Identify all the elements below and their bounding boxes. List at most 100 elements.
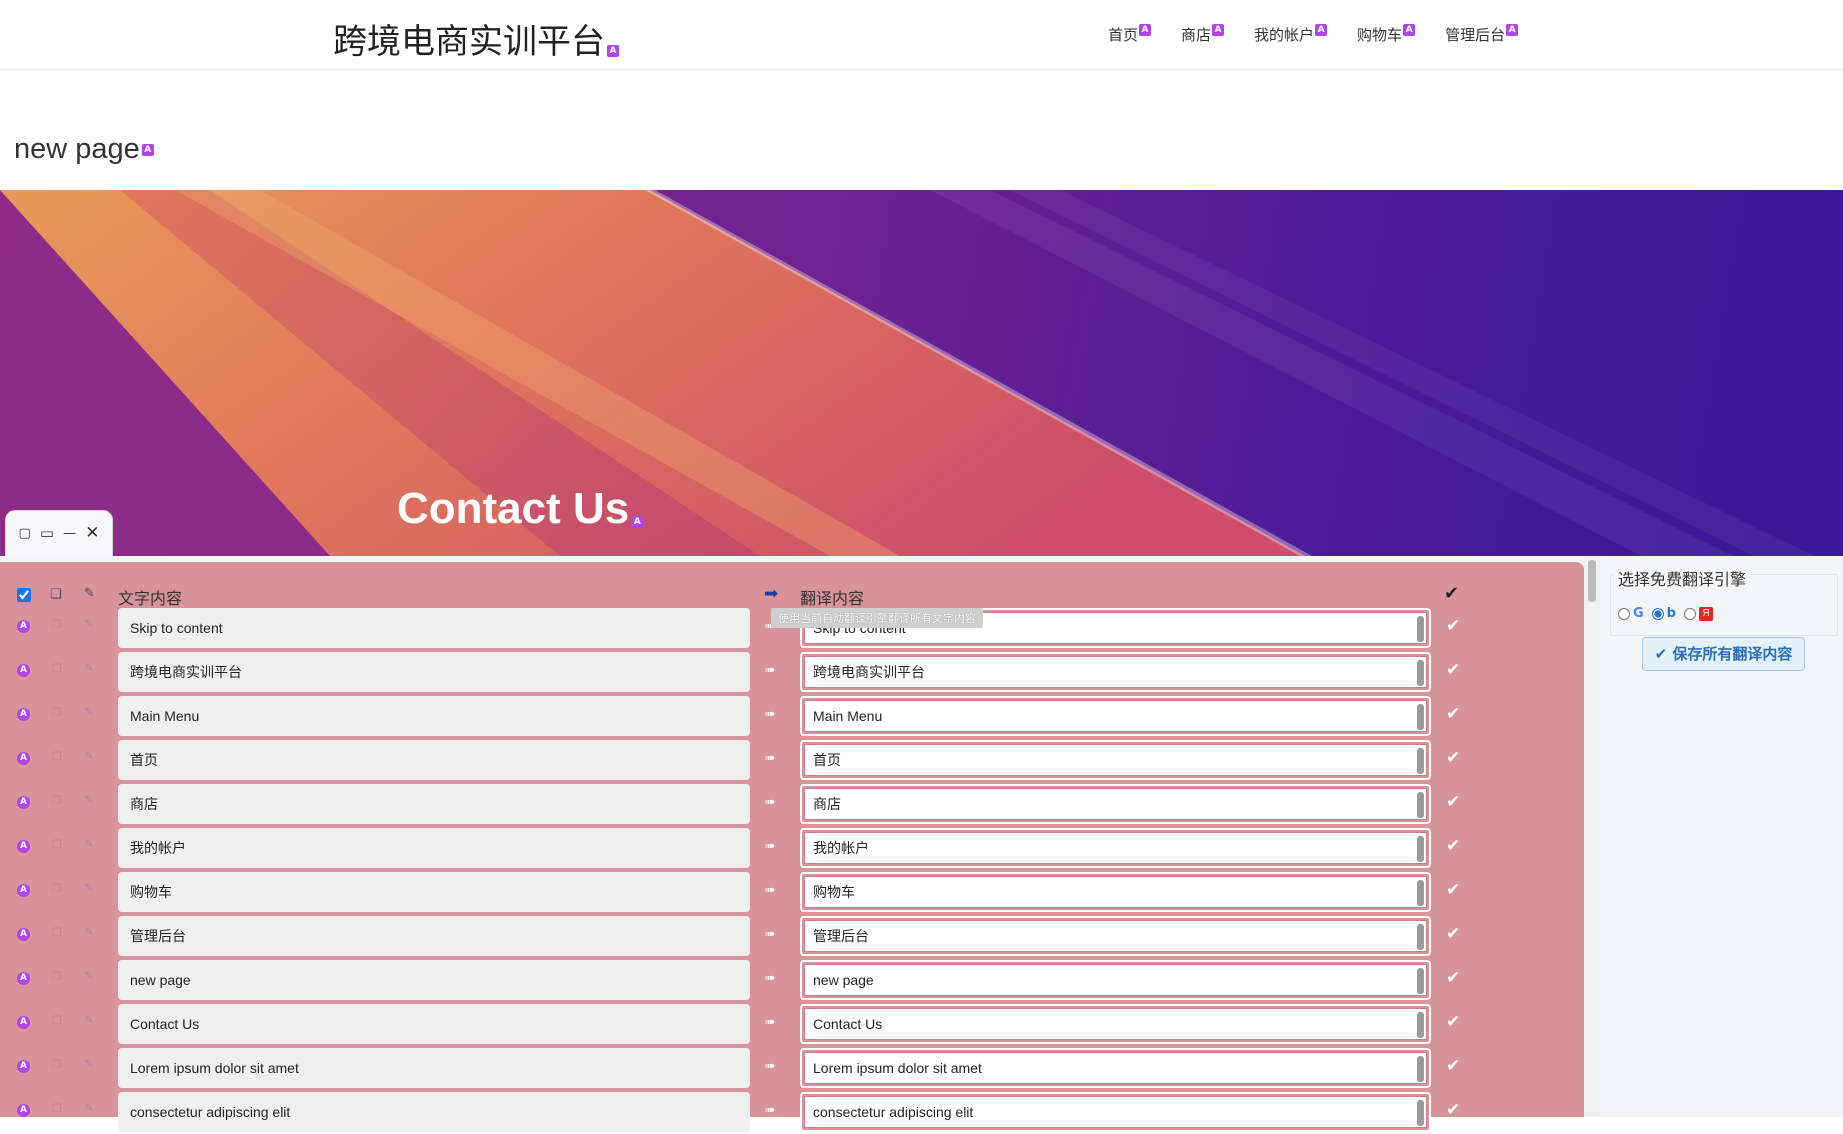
translate-badge-icon[interactable]: A	[17, 708, 30, 721]
translate-row-icon[interactable]: ➠	[765, 970, 776, 986]
translate-badge-icon[interactable]: A	[17, 840, 30, 853]
field-scrollbar[interactable]	[1417, 704, 1424, 730]
nav-item-account[interactable]: 我的帐户 A	[1254, 24, 1328, 45]
translate-row-icon[interactable]: ➠	[765, 838, 776, 854]
copy-icon[interactable]: ❐	[52, 662, 62, 675]
confirm-row-icon[interactable]: ✔	[1446, 968, 1460, 988]
engine-option-google[interactable]: G	[1618, 606, 1644, 621]
translate-badge-icon[interactable]: A	[17, 1016, 30, 1029]
select-all-checkbox[interactable]	[17, 588, 31, 602]
translation-input[interactable]	[804, 656, 1427, 688]
translate-row-icon[interactable]: ➠	[765, 926, 776, 942]
translation-input[interactable]	[804, 788, 1427, 820]
edit-icon[interactable]: ✎	[84, 1101, 94, 1115]
field-scrollbar[interactable]	[1417, 616, 1424, 642]
translate-row-icon[interactable]: ➠	[765, 706, 776, 722]
nav-item-shop[interactable]: 商店 A	[1181, 24, 1225, 45]
copy-all-icon[interactable]: ❏	[50, 586, 62, 602]
translate-badge-icon[interactable]: A	[1139, 24, 1152, 36]
engine-radio-bing[interactable]	[1651, 607, 1664, 620]
nav-item-label[interactable]: 首页	[1108, 26, 1138, 44]
translation-input[interactable]	[804, 700, 1427, 732]
translate-row-icon[interactable]: ➠	[765, 882, 776, 898]
copy-icon[interactable]: ❐	[52, 1014, 62, 1027]
field-scrollbar[interactable]	[1417, 792, 1424, 818]
translate-badge-icon[interactable]: A	[1315, 24, 1328, 36]
confirm-row-icon[interactable]: ✔	[1446, 880, 1460, 900]
field-scrollbar[interactable]	[1417, 880, 1424, 906]
save-all-translations-button[interactable]: ✔ 保存所有翻译内容	[1642, 637, 1805, 671]
translation-input[interactable]	[804, 744, 1427, 776]
translation-input[interactable]	[804, 1008, 1427, 1040]
translate-badge-icon[interactable]: A	[607, 45, 619, 57]
translate-badge-icon[interactable]: A	[631, 516, 644, 528]
copy-icon[interactable]: ❐	[52, 618, 62, 631]
translation-input[interactable]	[804, 964, 1427, 996]
nav-item-admin[interactable]: 管理后台 A	[1445, 24, 1519, 45]
copy-icon[interactable]: ❐	[52, 926, 62, 939]
copy-icon[interactable]: ❐	[52, 1102, 62, 1115]
field-scrollbar[interactable]	[1417, 968, 1424, 994]
confirm-row-icon[interactable]: ✔	[1446, 704, 1460, 724]
copy-icon[interactable]: ❐	[52, 970, 62, 983]
translate-badge-icon[interactable]: A	[17, 664, 30, 677]
translate-badge-icon[interactable]: A	[17, 1060, 30, 1073]
engine-radio-google[interactable]	[1618, 607, 1630, 620]
confirm-row-icon[interactable]: ✔	[1446, 1012, 1460, 1032]
field-scrollbar[interactable]	[1417, 1100, 1424, 1126]
edit-icon[interactable]: ✎	[84, 617, 94, 631]
translate-row-icon[interactable]: ➠	[765, 794, 776, 810]
field-scrollbar[interactable]	[1417, 1012, 1424, 1038]
translation-input[interactable]	[804, 1096, 1427, 1128]
confirm-all-icon[interactable]: ✔	[1444, 583, 1459, 604]
translation-input[interactable]	[804, 876, 1427, 908]
translate-badge-icon[interactable]: A	[17, 752, 30, 765]
confirm-row-icon[interactable]: ✔	[1446, 660, 1460, 680]
engine-radio-yandex[interactable]	[1683, 607, 1696, 620]
field-scrollbar[interactable]	[1417, 660, 1424, 686]
site-title-text[interactable]: 跨境电商实训平台	[333, 22, 605, 62]
nav-item-label[interactable]: 管理后台	[1445, 26, 1505, 44]
translation-input[interactable]	[804, 832, 1427, 864]
site-title[interactable]: 跨境电商实训平台 A	[333, 14, 619, 63]
translate-badge-icon[interactable]: A	[17, 928, 30, 941]
translate-badge-icon[interactable]: A	[141, 144, 154, 157]
translate-badge-icon[interactable]: A	[1403, 24, 1416, 36]
edit-icon[interactable]: ✎	[84, 705, 94, 719]
copy-icon[interactable]: ❐	[52, 794, 62, 807]
translate-badge-icon[interactable]: A	[17, 620, 30, 633]
maximize-icon[interactable]: ▭	[40, 526, 54, 541]
translation-input[interactable]	[804, 920, 1427, 952]
restore-icon[interactable]: ▢	[19, 527, 31, 540]
confirm-row-icon[interactable]: ✔	[1446, 616, 1460, 636]
translate-row-icon[interactable]: ➠	[765, 1014, 776, 1030]
confirm-row-icon[interactable]: ✔	[1446, 748, 1460, 768]
nav-item-label[interactable]: 我的帐户	[1254, 26, 1314, 44]
field-scrollbar[interactable]	[1417, 836, 1424, 862]
field-scrollbar[interactable]	[1417, 1056, 1424, 1082]
translate-row-icon[interactable]: ➠	[765, 1102, 776, 1118]
field-scrollbar[interactable]	[1417, 748, 1424, 774]
nav-item-label[interactable]: 商店	[1181, 26, 1211, 44]
edit-icon[interactable]: ✎	[84, 925, 94, 939]
translate-badge-icon[interactable]: A	[17, 796, 30, 809]
copy-icon[interactable]: ❐	[52, 750, 62, 763]
confirm-row-icon[interactable]: ✔	[1446, 792, 1460, 812]
translate-row-icon[interactable]: ➠	[765, 1058, 776, 1074]
minimize-icon[interactable]: —	[63, 527, 76, 540]
confirm-row-icon[interactable]: ✔	[1446, 1056, 1460, 1076]
panel-scrollbar[interactable]	[1584, 556, 1600, 1117]
scrollbar-thumb[interactable]	[1588, 560, 1596, 602]
confirm-row-icon[interactable]: ✔	[1446, 1100, 1460, 1120]
edit-icon[interactable]: ✎	[84, 1057, 94, 1071]
edit-icon[interactable]: ✎	[84, 837, 94, 851]
nav-item-cart[interactable]: 购物车 A	[1357, 24, 1416, 45]
edit-all-icon[interactable]: ✎	[84, 585, 95, 601]
confirm-row-icon[interactable]: ✔	[1446, 836, 1460, 856]
close-icon[interactable]: ✕	[85, 525, 99, 542]
edit-icon[interactable]: ✎	[84, 969, 94, 983]
edit-icon[interactable]: ✎	[84, 793, 94, 807]
copy-icon[interactable]: ❐	[52, 838, 62, 851]
translate-badge-icon[interactable]: A	[17, 884, 30, 897]
translate-row-icon[interactable]: ➠	[765, 662, 776, 678]
